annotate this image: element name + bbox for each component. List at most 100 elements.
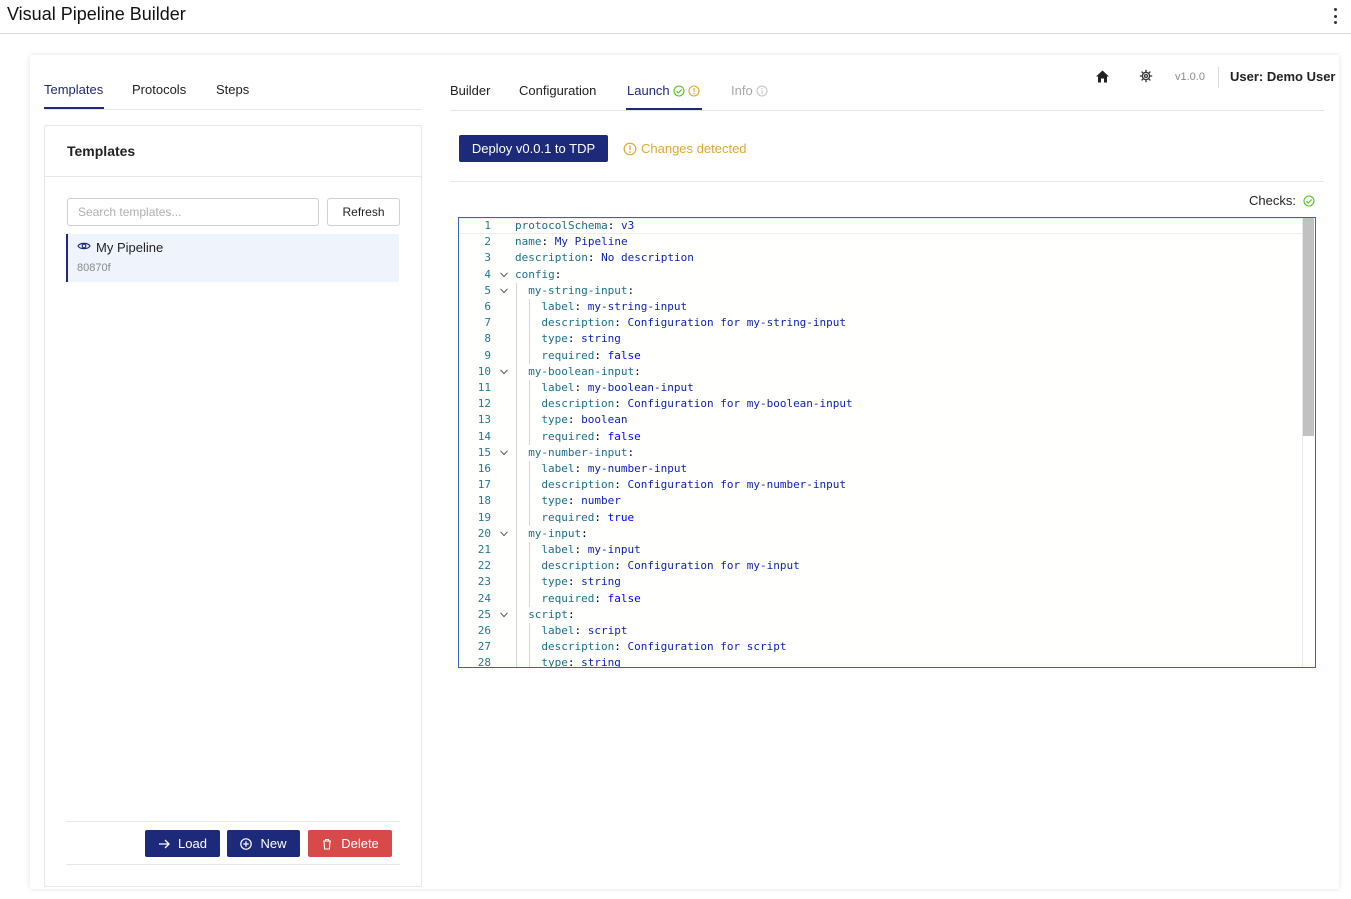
yaml-key: label <box>541 462 575 475</box>
line-number: 11 <box>477 381 491 394</box>
load-button[interactable]: Load <box>145 830 220 857</box>
search-templates-input[interactable] <box>67 198 319 226</box>
yaml-key: description <box>541 316 615 330</box>
code-line: 17 description: Configuration for my-numb… <box>459 477 1303 493</box>
yaml-key: type <box>541 656 568 668</box>
chevron-down-icon[interactable] <box>500 531 508 537</box>
code-text: type: number <box>541 494 621 508</box>
yaml-key: name <box>515 235 542 249</box>
info-circle-icon <box>756 84 768 97</box>
line-number: 12 <box>477 397 491 411</box>
code-line: 11 label: my-boolean-input <box>459 380 1303 396</box>
tab-launch[interactable]: Launch <box>627 83 700 98</box>
yaml-value: Configuration for my-boolean-input <box>627 397 853 411</box>
yaml-key: description <box>515 251 588 265</box>
line-number: 16 <box>477 462 491 475</box>
tab-protocols[interactable]: Protocols <box>132 82 186 97</box>
refresh-button[interactable]: Refresh <box>327 198 400 226</box>
code-line: 5 my-string-input: <box>459 283 1303 299</box>
code-line: 16 label: my-number-input <box>459 461 1303 477</box>
code-line: 20 my-input: <box>459 526 1303 542</box>
line-number: 5 <box>484 283 491 297</box>
divider <box>45 176 421 177</box>
indent-guide <box>529 299 531 364</box>
editor-scrollbar-thumb[interactable] <box>1303 218 1314 436</box>
line-number: 27 <box>477 640 491 654</box>
code-line: 15 my-number-input: <box>459 445 1303 461</box>
tab-info[interactable]: Info <box>731 83 768 98</box>
tab-steps[interactable]: Steps <box>216 82 249 97</box>
line-number: 3 <box>484 251 491 265</box>
code-line: 9 required: false <box>459 348 1303 364</box>
chevron-down-icon[interactable] <box>500 612 508 618</box>
plus-circle-icon <box>240 837 253 850</box>
code-text: required: false <box>541 348 641 362</box>
yaml-value: No description <box>601 251 694 265</box>
tab-builder-label: Builder <box>450 83 491 98</box>
right-tab-bar: Builder Configuration Launch Info <box>450 55 1324 111</box>
tab-builder[interactable]: Builder <box>450 83 490 98</box>
tab-configuration[interactable]: Configuration <box>519 83 596 98</box>
code-line: 26 label: script <box>459 623 1303 639</box>
home-icon[interactable] <box>1095 69 1110 84</box>
delete-button[interactable]: Delete <box>308 830 392 857</box>
line-number: 20 <box>477 526 491 540</box>
yaml-key: my-number-input <box>528 445 628 459</box>
chevron-down-icon[interactable] <box>500 369 508 375</box>
code-text: config: <box>515 267 562 281</box>
code-text: description: Configuration for my-boolea… <box>541 397 853 411</box>
code-text: my-number-input: <box>528 445 635 459</box>
editor-scrollbar[interactable] <box>1302 218 1315 667</box>
yaml-key: required <box>541 348 595 362</box>
yaml-key: label <box>541 300 575 313</box>
yaml-key: description <box>541 559 615 573</box>
tab-templates[interactable]: Templates <box>44 82 103 97</box>
yaml-value: false <box>607 591 641 605</box>
yaml-value: My Pipeline <box>554 235 628 249</box>
top-app-bar: Visual Pipeline Builder <box>0 0 1351 34</box>
line-number: 14 <box>477 429 491 443</box>
main-card: Templates Protocols Steps Templates Refr… <box>30 55 1339 889</box>
code-line: 27 description: Configuration for script <box>459 639 1303 655</box>
chevron-down-icon[interactable] <box>500 288 508 294</box>
delete-button-label: Delete <box>341 836 379 851</box>
new-button[interactable]: New <box>227 830 300 857</box>
check-circle-icon <box>673 84 685 97</box>
yaml-code-editor[interactable]: 1 protocolSchema: v3 2 name: My Pipeline 3 de… <box>458 217 1316 668</box>
indent-guide <box>529 461 531 526</box>
code-text: description: Configuration for script <box>541 640 787 654</box>
yaml-value: script <box>587 624 628 637</box>
line-number: 10 <box>477 364 491 378</box>
code-line: 21 label: my-input <box>459 542 1303 558</box>
code-text: label: my-boolean-input <box>541 381 694 394</box>
code-text: description: Configuration for my-string… <box>541 316 847 330</box>
line-number: 1 <box>484 219 491 232</box>
code-text: type: string <box>541 575 621 589</box>
code-line: 14 required: false <box>459 429 1303 445</box>
template-list-item[interactable]: My Pipeline 80870f <box>66 234 399 282</box>
code-text: type: string <box>541 656 621 668</box>
chevron-down-icon[interactable] <box>500 272 508 278</box>
left-tab-bar: Templates Protocols Steps <box>44 55 421 110</box>
arrow-right-icon <box>159 839 170 848</box>
yaml-value: boolean <box>581 413 628 427</box>
yaml-key: my-boolean-input <box>528 364 635 378</box>
yaml-key: required <box>541 429 595 443</box>
yaml-value: number <box>581 494 621 508</box>
load-button-label: Load <box>178 836 207 851</box>
chevron-down-icon[interactable] <box>500 450 508 456</box>
code-line: 19 required: true <box>459 510 1303 526</box>
deploy-button[interactable]: Deploy v0.0.1 to TDP <box>459 135 608 162</box>
gear-icon[interactable] <box>1139 69 1153 83</box>
line-number: 7 <box>484 316 491 330</box>
line-number: 4 <box>484 267 491 281</box>
yaml-value: Configuration for script <box>627 640 787 654</box>
more-menu-icon[interactable] <box>1331 8 1339 24</box>
code-text: protocolSchema: v3 <box>515 219 635 232</box>
yaml-key: label <box>541 543 575 556</box>
code-text: my-boolean-input: <box>528 364 641 378</box>
line-number: 18 <box>477 494 491 508</box>
templates-panel: Templates Refresh My Pipeline 80870f Loa… <box>44 125 422 887</box>
line-number: 28 <box>477 656 491 668</box>
line-number: 9 <box>484 348 491 362</box>
